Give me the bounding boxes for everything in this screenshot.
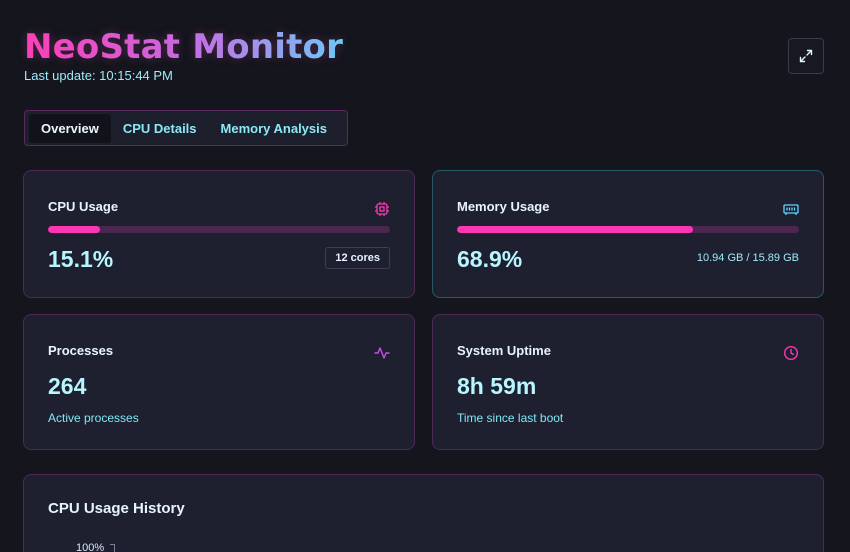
tab-cpu-details[interactable]: CPU Details [111, 114, 209, 143]
processes-value: 264 [48, 373, 87, 399]
processes-subtitle: Active processes [48, 411, 139, 425]
card-title: Processes [48, 343, 114, 358]
memory-icon [783, 204, 799, 215]
y-axis-tick-label: 100% [76, 542, 105, 552]
cpu-usage-bar [48, 226, 390, 233]
tab-memory-analysis[interactable]: Memory Analysis [209, 114, 339, 143]
cpu-cores-badge: 12 cores [325, 247, 390, 269]
last-update-text: Last update: 10:15:44 PM [24, 68, 173, 83]
expand-icon [799, 49, 813, 63]
clock-icon [783, 345, 799, 361]
card-title: Memory Usage [457, 199, 550, 214]
memory-usage-value: 68.9% [457, 246, 523, 272]
memory-usage-bar-fill [457, 226, 693, 233]
y-axis-tick [110, 544, 115, 552]
memory-usage-card: Memory Usage 68.9% 10.94 GB / 15.89 GB [432, 170, 824, 298]
uptime-value: 8h 59m [457, 373, 537, 399]
memory-detail: 10.94 GB / 15.89 GB [696, 252, 799, 264]
cpu-icon [375, 202, 389, 216]
processes-card: Processes 264 Active processes [23, 314, 415, 450]
tab-bar: Overview CPU Details Memory Analysis [24, 110, 348, 146]
fullscreen-button[interactable] [788, 38, 824, 74]
card-title: System Uptime [457, 343, 551, 358]
cpu-usage-value: 15.1% [48, 246, 114, 272]
cpu-usage-bar-fill [48, 226, 100, 233]
card-title: CPU Usage [48, 199, 119, 214]
uptime-card: System Uptime 8h 59m Time since last boo… [432, 314, 824, 450]
activity-icon [374, 347, 390, 359]
uptime-subtitle: Time since last boot [457, 411, 564, 425]
cpu-history-card: CPU Usage History 100% [23, 474, 824, 552]
app-title: NeoStat Monitor [24, 27, 344, 67]
cpu-usage-card: CPU Usage 15.1% 12 cores [23, 170, 415, 298]
memory-usage-bar [457, 226, 799, 233]
tab-overview[interactable]: Overview [29, 113, 111, 143]
cpu-history-title: CPU Usage History [48, 500, 185, 517]
